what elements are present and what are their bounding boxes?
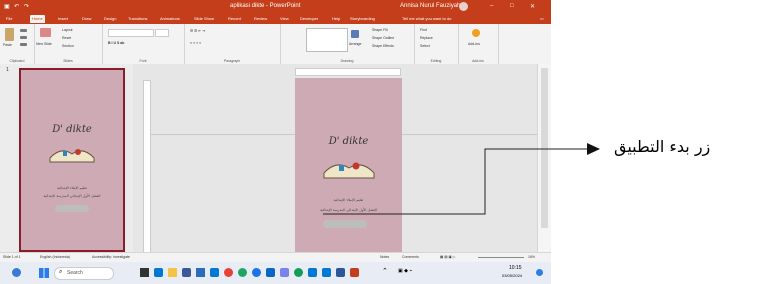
annotation-arrowhead	[587, 143, 600, 155]
annotation-label: زر بدء التطبيق	[614, 137, 711, 156]
annotation-line	[323, 148, 587, 215]
